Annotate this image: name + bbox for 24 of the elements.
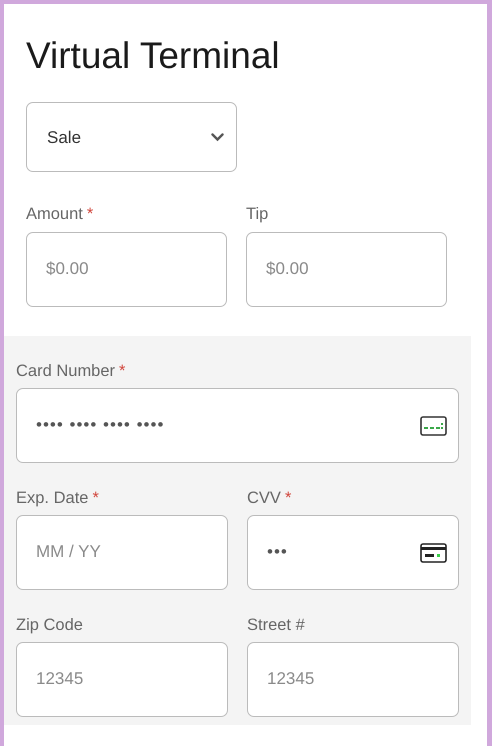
- input-field[interactable]: •••: [247, 514, 459, 590]
- input-field[interactable]: $0.00: [26, 232, 227, 307]
- required-asterisk: *: [284, 488, 292, 507]
- input-field[interactable]: 12345: [16, 642, 228, 717]
- input-field[interactable]: $0.00: [246, 232, 447, 307]
- credit-card-icon: [420, 416, 447, 436]
- chevron-down-icon: [211, 132, 224, 142]
- field-label: Street #: [247, 616, 306, 634]
- field-label: Amount *: [26, 205, 94, 224]
- required-asterisk: *: [119, 362, 126, 380]
- field-label: Tip: [246, 205, 270, 224]
- required-asterisk: *: [92, 488, 99, 507]
- card-back-icon: [420, 542, 447, 563]
- input-field[interactable]: 12345: [247, 642, 459, 717]
- field-label: Card Number *: [16, 362, 126, 380]
- select-value: Sale: [47, 126, 82, 149]
- field-label: Exp. Date *: [16, 488, 100, 507]
- input-field[interactable]: MM / YY: [16, 514, 228, 590]
- required-asterisk: *: [86, 205, 94, 224]
- field-label: CVV *: [247, 488, 292, 507]
- field-label: Zip Code: [16, 616, 84, 634]
- transaction-type-select[interactable]: Sale: [26, 102, 237, 172]
- input-field[interactable]: •••• •••• •••• ••••: [16, 388, 459, 463]
- page-title: Virtual Terminal: [25, 34, 281, 78]
